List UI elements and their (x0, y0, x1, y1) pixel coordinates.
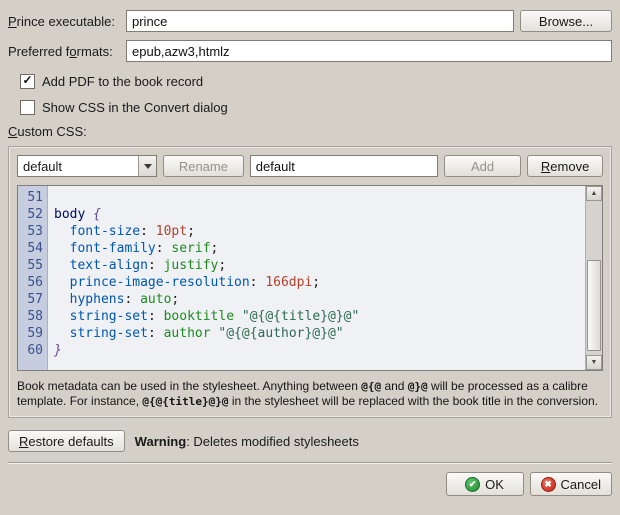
browse-button-label: Browse... (538, 13, 594, 29)
remove-button[interactable]: Remove (527, 155, 603, 177)
css-editor[interactable]: 51 52 53 54 55 56 57 58 59 60 body { font-size: 1… (17, 185, 603, 371)
line-number: 56 (27, 275, 43, 290)
remove-button-label: Remove (540, 158, 590, 174)
rename-button[interactable]: Rename (163, 155, 244, 177)
separator (8, 462, 612, 464)
show-css-checkbox-label: Show CSS in the Convert dialog (42, 99, 228, 115)
rename-button-label: Rename (178, 158, 228, 174)
custom-css-label: Custom CSS: (8, 124, 87, 139)
code-line: body { (54, 207, 101, 222)
code-line: font-family: serif; (69, 241, 219, 256)
prince-settings-dialog: Prince executable: Browse... Preferred f… (0, 0, 620, 515)
stylesheet-select[interactable]: default (17, 155, 157, 177)
dialog-button-row: ✔ OK ✖ Cancel (8, 472, 612, 496)
chevron-down-icon (143, 163, 152, 169)
show-css-checkbox-row[interactable]: Show CSS in the Convert dialog (8, 98, 612, 116)
show-css-checkbox[interactable] (20, 99, 35, 115)
add-pdf-checkbox[interactable]: ✓ (20, 73, 35, 89)
stylesheet-name-input[interactable] (249, 155, 438, 177)
ok-button[interactable]: ✔ OK (445, 472, 524, 496)
editor-scrollbar[interactable]: ▲ ▼ (585, 186, 602, 370)
prince-executable-input[interactable] (126, 10, 514, 32)
custom-css-group: default Rename Add Remove 51 52 53 54 55 56 57… (8, 146, 612, 418)
code-line: text-align: justify; (69, 258, 227, 273)
line-number: 59 (27, 326, 43, 341)
code-line: prince-image-resolution: 166dpi; (69, 275, 321, 290)
arrow-up-icon: ▲ (590, 190, 598, 197)
restore-defaults-button[interactable]: Restore defaults (8, 430, 125, 452)
add-button[interactable]: Add (443, 155, 522, 177)
prince-executable-label: Prince executable: (8, 13, 115, 29)
add-pdf-checkbox-label: Add PDF to the book record (42, 73, 204, 89)
prince-executable-row: Prince executable: Browse... (8, 10, 612, 32)
combo-dropdown-button[interactable] (138, 156, 156, 176)
preferred-formats-row: Preferred formats: (8, 40, 612, 62)
preferred-formats-input[interactable] (126, 40, 612, 62)
editor-code[interactable]: body { font-size: 10pt; font-family: ser… (48, 186, 585, 370)
browse-button[interactable]: Browse... (520, 10, 612, 32)
scroll-down-button[interactable]: ▼ (586, 355, 602, 370)
checkmark-icon: ✓ (22, 73, 33, 87)
stylesheet-selected-value: default (23, 158, 63, 174)
editor-gutter: 51 52 53 54 55 56 57 58 59 60 (18, 186, 48, 370)
css-help-text: Book metadata can be used in the stylesh… (17, 379, 599, 408)
code-line: } (54, 343, 62, 358)
arrow-down-icon: ▼ (590, 359, 598, 366)
restore-defaults-label: Restore defaults (19, 433, 114, 449)
scrollbar-track[interactable] (586, 201, 602, 355)
scroll-up-button[interactable]: ▲ (586, 186, 602, 201)
ok-button-label: OK (485, 476, 504, 492)
code-line: string-set: author "@{@{author}@}@" (69, 326, 344, 341)
preferred-formats-label: Preferred formats: (8, 43, 113, 59)
scrollbar-thumb[interactable] (587, 259, 601, 351)
cancel-x-icon: ✖ (540, 476, 556, 492)
line-number: 51 (27, 190, 43, 205)
stylesheet-toolbar: default Rename Add Remove (17, 155, 603, 177)
ok-check-icon: ✔ (465, 476, 481, 492)
line-number: 55 (27, 258, 43, 273)
code-line: hyphens: auto; (69, 292, 180, 307)
code-line: font-size: 10pt; (69, 224, 195, 239)
add-pdf-checkbox-row[interactable]: ✓ Add PDF to the book record (8, 72, 612, 90)
cancel-button-label: Cancel (560, 476, 601, 492)
cancel-button[interactable]: ✖ Cancel (529, 472, 612, 496)
line-number: 53 (27, 224, 43, 239)
line-number: 57 (27, 292, 43, 307)
line-number: 60 (27, 343, 43, 358)
add-button-label: Add (470, 158, 495, 174)
line-number: 54 (27, 241, 43, 256)
line-number: 52 (27, 207, 43, 222)
code-line: string-set: booktitle "@{@{title}@}@" (69, 309, 360, 324)
warning-text: Warning: Deletes modified stylesheets (134, 433, 359, 449)
line-number: 58 (27, 309, 43, 324)
restore-defaults-row: Restore defaults Warning: Deletes modifi… (8, 430, 612, 452)
